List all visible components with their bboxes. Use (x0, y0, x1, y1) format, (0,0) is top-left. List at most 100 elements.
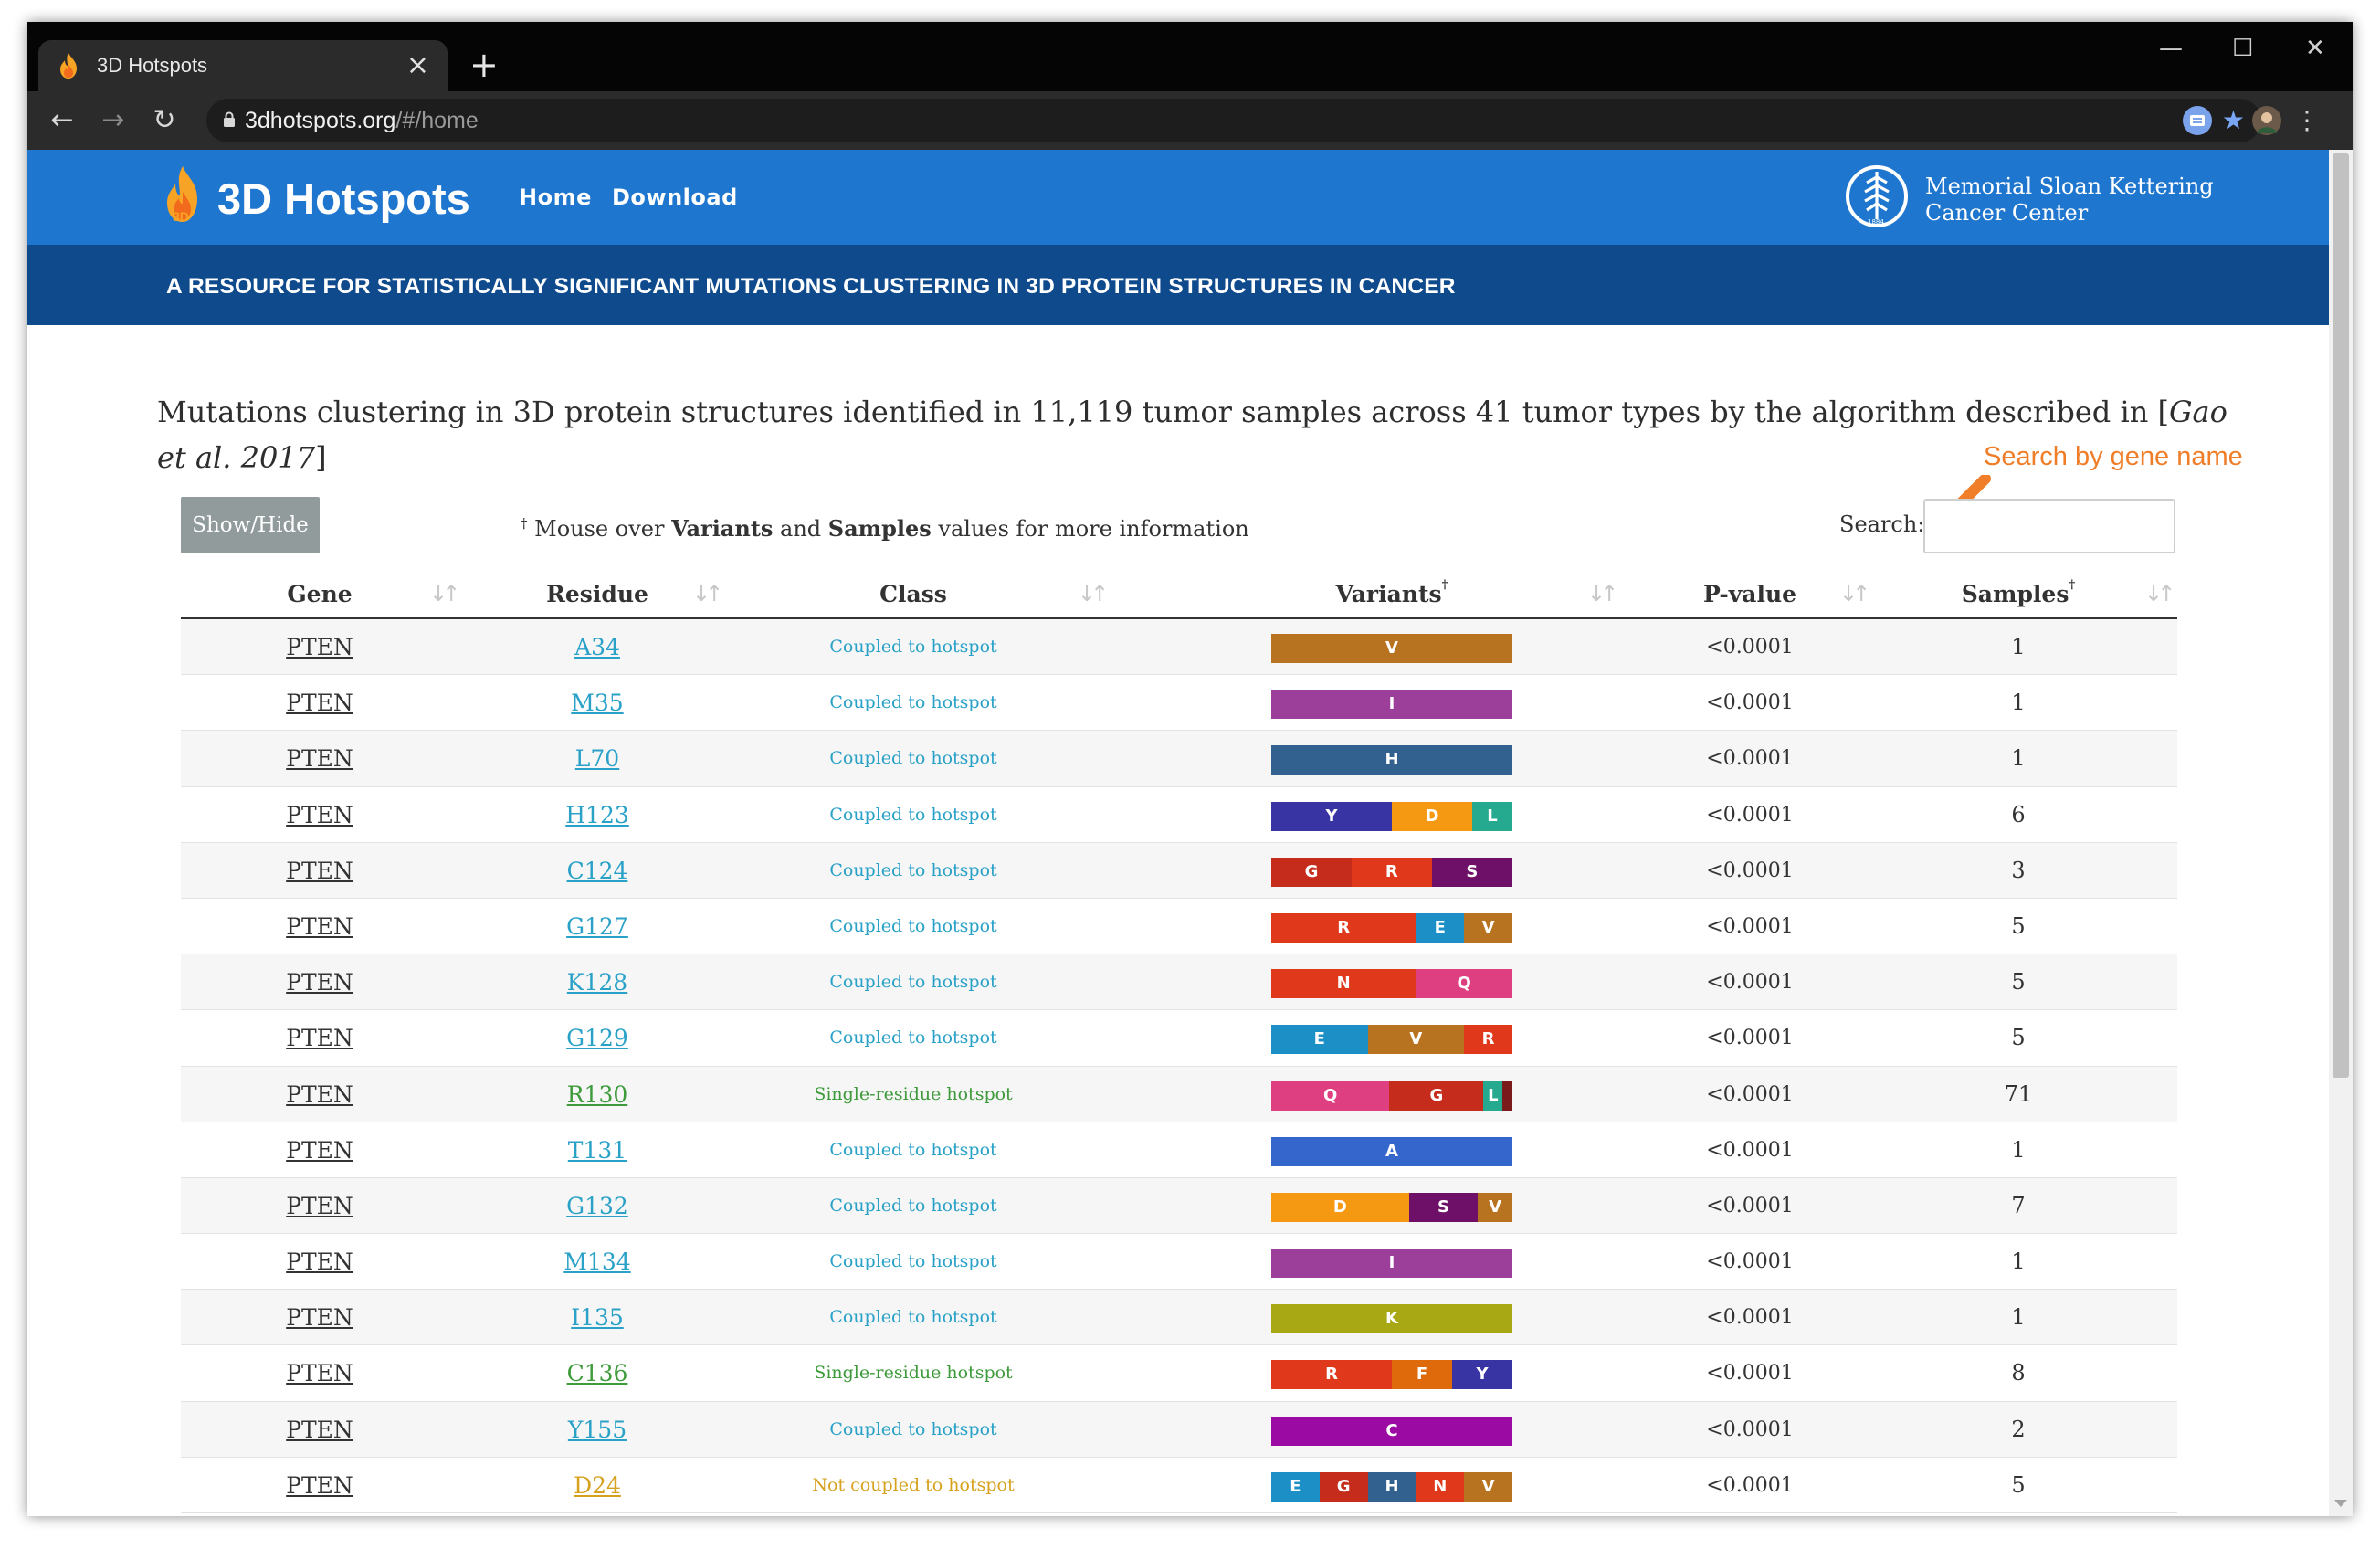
gene-link[interactable]: PTEN (286, 858, 353, 884)
profile-avatar[interactable] (2252, 106, 2281, 135)
variants-bar[interactable]: I (1271, 1249, 1512, 1279)
samples-count[interactable]: 8 (2011, 1360, 2025, 1386)
variant-segment[interactable]: Y (1271, 801, 1392, 831)
sort-pvalue-icon[interactable]: ↓↑ (1839, 581, 1870, 606)
variant-segment[interactable]: V (1478, 1192, 1512, 1222)
variants-bar[interactable]: RFY (1271, 1360, 1512, 1390)
variant-segment[interactable]: I (1271, 1249, 1512, 1279)
residue-link[interactable]: M35 (571, 690, 623, 716)
gene-link[interactable]: PTEN (286, 1081, 353, 1108)
variant-segment[interactable]: G (1389, 1080, 1484, 1111)
sort-samples-icon[interactable]: ↓↑ (2144, 581, 2175, 606)
variants-bar[interactable]: K (1271, 1304, 1512, 1334)
variants-bar[interactable]: REV (1271, 912, 1512, 943)
show-hide-button[interactable]: Show/Hide (181, 497, 320, 553)
browser-tab[interactable]: 3D Hotspots × (38, 40, 448, 91)
variant-segment[interactable]: R (1464, 1025, 1512, 1055)
variant-segment[interactable]: L (1483, 1080, 1503, 1111)
header-class[interactable]: Class (736, 570, 1090, 619)
variant-segment[interactable]: L (1471, 801, 1512, 831)
residue-link[interactable]: G127 (566, 913, 628, 940)
nav-home-link[interactable]: Home (519, 184, 592, 210)
gene-link[interactable]: PTEN (286, 969, 353, 996)
variant-segment[interactable]: E (1271, 1471, 1320, 1502)
header-gene[interactable]: Gene (181, 570, 458, 619)
variant-segment[interactable]: R (1271, 912, 1416, 943)
variant-segment[interactable]: H (1271, 745, 1512, 775)
variants-bar[interactable]: NQ (1271, 969, 1512, 999)
variant-segment[interactable]: N (1416, 1471, 1465, 1502)
header-samples[interactable]: Samples† (1898, 570, 2139, 619)
samples-count[interactable]: 1 (2011, 634, 2025, 659)
gene-link[interactable]: PTEN (286, 1417, 353, 1443)
variants-bar[interactable]: I (1271, 690, 1512, 720)
residue-link[interactable]: A34 (574, 634, 620, 660)
variant-segment[interactable]: K (1271, 1304, 1512, 1334)
variant-segment[interactable]: R (1271, 1360, 1392, 1390)
nav-download-link[interactable]: Download (612, 184, 738, 210)
samples-count[interactable]: 7 (2011, 1193, 2025, 1218)
variants-bar[interactable]: GRS (1271, 857, 1512, 887)
reload-icon[interactable]: ↻ (146, 102, 183, 139)
header-variants[interactable]: Variants† (1271, 570, 1512, 619)
gene-link[interactable]: PTEN (286, 802, 353, 828)
address-bar[interactable]: 3dhotspots.org /#/home ★ (206, 99, 2261, 142)
variant-segment[interactable]: C (1271, 1416, 1512, 1446)
gene-link[interactable]: PTEN (286, 1137, 353, 1164)
gene-link[interactable]: PTEN (286, 913, 353, 940)
variant-segment[interactable]: G (1319, 1471, 1368, 1502)
forward-icon[interactable]: → (95, 102, 132, 139)
variant-segment[interactable]: A (1271, 1136, 1512, 1166)
header-pvalue[interactable]: P-value (1629, 570, 1870, 619)
samples-count[interactable]: 1 (2011, 1249, 2025, 1274)
residue-link[interactable]: D24 (574, 1472, 621, 1499)
variants-bar[interactable]: QGL (1271, 1080, 1512, 1111)
residue-link[interactable]: K128 (567, 969, 627, 996)
samples-count[interactable]: 5 (2011, 1472, 2025, 1498)
variants-bar[interactable]: EGHNV (1271, 1471, 1512, 1502)
tab-close-icon[interactable]: × (406, 52, 429, 79)
variant-segment[interactable]: I (1271, 690, 1512, 720)
menu-dots-icon[interactable]: ⋮ (2289, 102, 2325, 139)
variant-segment[interactable]: H (1367, 1471, 1416, 1502)
samples-count[interactable]: 5 (2011, 1025, 2025, 1050)
residue-link[interactable]: C124 (567, 858, 628, 884)
partner-name[interactable]: Memorial Sloan Kettering Cancer Center (1925, 174, 2214, 227)
gene-link[interactable]: PTEN (286, 745, 353, 772)
logo-flame-icon[interactable]: 3D (163, 164, 203, 225)
site-title[interactable]: 3D Hotspots (217, 174, 470, 224)
residue-link[interactable]: T131 (568, 1137, 627, 1164)
residue-link[interactable]: I135 (571, 1304, 624, 1331)
gene-link[interactable]: PTEN (286, 1472, 353, 1499)
minimize-icon[interactable]: — (2159, 35, 2183, 62)
gene-link[interactable]: PTEN (286, 634, 353, 660)
residue-link[interactable]: L70 (575, 745, 619, 772)
variant-segment[interactable]: D (1392, 801, 1472, 831)
gene-link[interactable]: PTEN (286, 690, 353, 716)
variants-bar[interactable]: H (1271, 745, 1512, 775)
variant-segment[interactable]: Q (1416, 969, 1512, 999)
sort-residue-icon[interactable]: ↓↑ (692, 581, 723, 606)
variant-segment[interactable]: V (1464, 912, 1512, 943)
variants-bar[interactable]: A (1271, 1136, 1512, 1166)
variant-segment[interactable]: Y (1452, 1360, 1512, 1390)
variants-bar[interactable]: DSV (1271, 1192, 1512, 1222)
variant-segment[interactable]: V (1271, 634, 1512, 663)
variant-segment[interactable]: D (1271, 1192, 1409, 1222)
residue-link[interactable]: H123 (565, 802, 629, 828)
variants-bar[interactable]: EVR (1271, 1025, 1512, 1055)
samples-count[interactable]: 1 (2011, 1137, 2025, 1163)
residue-link[interactable]: R130 (567, 1081, 628, 1108)
samples-count[interactable]: 5 (2011, 913, 2025, 939)
residue-link[interactable]: C136 (567, 1360, 628, 1386)
samples-count[interactable]: 6 (2011, 802, 2025, 827)
scroll-down-arrow-icon[interactable] (2334, 1500, 2347, 1507)
back-icon[interactable]: ← (44, 102, 80, 139)
residue-link[interactable]: Y155 (568, 1417, 627, 1443)
samples-count[interactable]: 1 (2011, 745, 2025, 771)
bookmark-star-icon[interactable]: ★ (2222, 106, 2245, 135)
samples-count[interactable]: 2 (2011, 1417, 2025, 1442)
gene-link[interactable]: PTEN (286, 1360, 353, 1386)
variant-segment[interactable]: V (1464, 1471, 1512, 1502)
variant-segment[interactable]: S (1408, 1192, 1479, 1222)
